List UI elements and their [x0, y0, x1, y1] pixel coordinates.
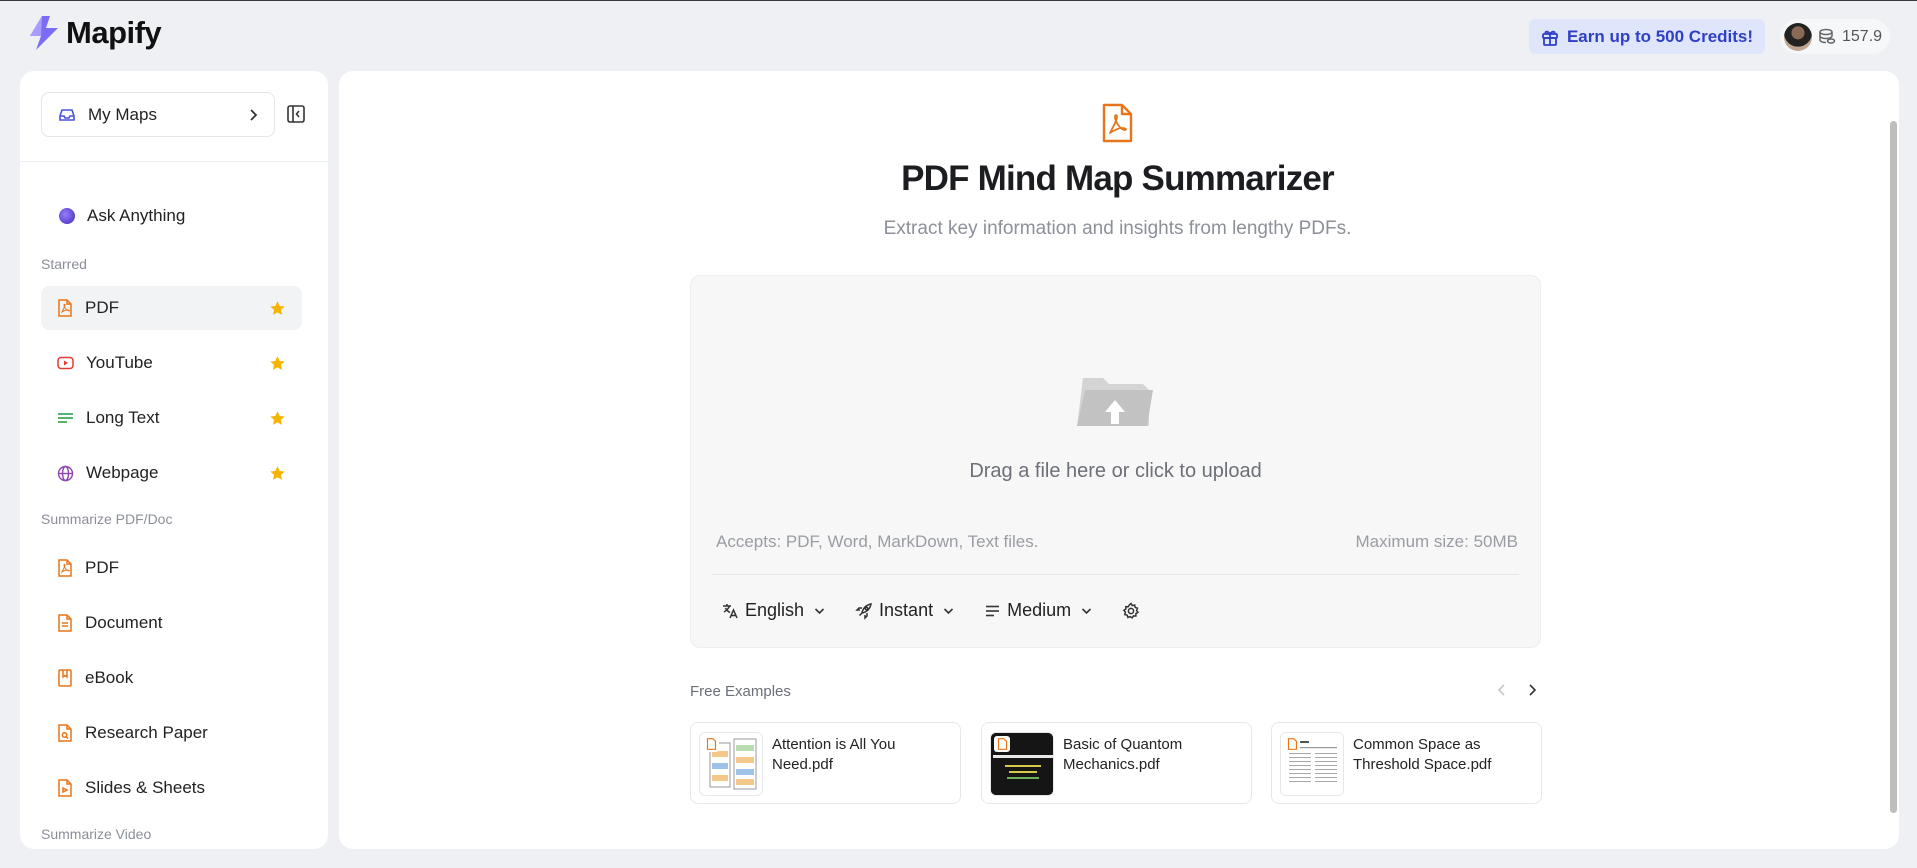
example-card-attention[interactable]: Attention is All You Need.pdf	[690, 722, 961, 804]
top-header: Mapify Earn up to 500 Credits! 157.9	[0, 1, 1917, 71]
summarize-video-section-title: Summarize Video	[41, 826, 152, 842]
upload-options-bar: English Instant Medium	[721, 600, 1140, 621]
example-name: Basic of Quantom Mechanics.pdf	[1063, 736, 1183, 773]
drag-upload-text: Drag a file here or click to upload	[969, 460, 1262, 482]
pdf-badge-icon	[703, 736, 719, 752]
sidebar-item-slides-sheets[interactable]: Slides & Sheets	[41, 766, 302, 810]
my-maps-button[interactable]: My Maps	[41, 92, 275, 137]
example-thumbnail	[699, 732, 763, 796]
rocket-icon	[855, 602, 873, 620]
document-icon	[58, 614, 72, 632]
example-card-quantum[interactable]: Basic of Quantom Mechanics.pdf	[981, 722, 1252, 804]
page-title: PDF Mind Map Summarizer	[901, 159, 1335, 198]
free-examples-title: Free Examples	[690, 683, 791, 700]
page-subtitle: Extract key information and insights fro…	[883, 218, 1352, 239]
example-thumbnail	[1280, 732, 1344, 796]
globe-icon	[57, 465, 74, 481]
language-dropdown[interactable]: English	[721, 600, 825, 621]
sidebar-item-ebook[interactable]: eBook	[41, 656, 302, 700]
mode-dropdown[interactable]: Instant	[855, 600, 954, 621]
pdf-icon	[58, 559, 72, 577]
sidebar-item-label: Long Text	[86, 408, 160, 427]
example-card-common-space[interactable]: Common Space as Threshold Space.pdf	[1271, 722, 1542, 804]
chevron-right-icon	[250, 108, 258, 121]
youtube-icon	[57, 356, 74, 370]
sidebar-item-label: PDF	[85, 298, 119, 317]
length-dropdown[interactable]: Medium	[984, 600, 1092, 621]
accepted-formats-text: Accepts: PDF, Word, MarkDown, Text files…	[716, 532, 1039, 551]
language-label: English	[745, 600, 805, 620]
chevron-down-icon	[1082, 607, 1092, 614]
examples-pager	[1496, 683, 1538, 697]
chevron-left-icon[interactable]	[1496, 683, 1508, 697]
sidebar: My Maps Ask Anything Starred PDF YouTube…	[20, 71, 328, 849]
sidebar-item-label: YouTube	[86, 353, 153, 372]
coins-icon	[1819, 28, 1836, 44]
sidebar-item-label: Research Paper	[85, 723, 208, 742]
sidebar-item-document[interactable]: Document	[41, 601, 302, 645]
earn-credits-button[interactable]: Earn up to 500 Credits!	[1529, 19, 1765, 54]
collapse-sidebar-icon[interactable]	[286, 104, 306, 124]
ask-anything-orb-icon	[59, 208, 75, 224]
text-lines-icon	[986, 605, 1000, 616]
lightning-logo-icon	[30, 16, 58, 50]
sidebar-item-pdf[interactable]: PDF	[41, 546, 302, 590]
sidebar-item-starred-long-text[interactable]: Long Text	[41, 396, 302, 440]
sidebar-item-label: Ask Anything	[87, 206, 186, 225]
upload-divider	[712, 574, 1519, 575]
my-maps-label: My Maps	[88, 104, 157, 124]
app-logo[interactable]: Mapify	[28, 15, 162, 51]
sidebar-item-label: Webpage	[86, 463, 159, 482]
sidebar-item-label: Slides & Sheets	[85, 778, 206, 797]
earn-credits-label: Earn up to 500 Credits!	[1566, 26, 1754, 46]
summarize-doc-section-title: Summarize PDF/Doc	[41, 511, 173, 527]
pdf-icon	[58, 299, 72, 317]
research-paper-icon	[58, 724, 72, 742]
sidebar-item-label: eBook	[85, 668, 134, 687]
pdf-icon	[1102, 103, 1133, 143]
sidebar-item-label: Document	[85, 613, 163, 632]
chevron-right-icon[interactable]	[1526, 683, 1538, 697]
sidebar-item-ask-anything[interactable]: Ask Anything	[41, 194, 302, 238]
app-name: Mapify	[66, 15, 162, 50]
star-icon[interactable]	[269, 465, 286, 482]
file-upload-dropzone[interactable]: Drag a file here or click to upload Acce…	[690, 275, 1541, 648]
avatar[interactable]	[1784, 22, 1812, 51]
chevron-down-icon	[814, 607, 825, 614]
main-panel: PDF Mind Map Summarizer Extract key info…	[339, 71, 1899, 849]
example-name: Attention is All You Need.pdf	[772, 736, 896, 773]
gift-icon	[1542, 30, 1558, 46]
ebook-icon	[58, 669, 72, 687]
star-icon[interactable]	[269, 300, 286, 317]
sidebar-item-starred-youtube[interactable]: YouTube	[41, 341, 302, 385]
chevron-down-icon	[944, 607, 954, 614]
example-name: Common Space as Threshold Space.pdf	[1353, 736, 1492, 773]
sidebar-item-research-paper[interactable]: Research Paper	[41, 711, 302, 755]
star-icon[interactable]	[269, 355, 286, 372]
settings-gear-icon[interactable]	[1122, 601, 1140, 620]
upload-folder-icon	[1077, 378, 1153, 426]
translate-icon	[723, 603, 738, 618]
slides-icon	[58, 779, 72, 797]
sidebar-item-label: PDF	[85, 558, 119, 577]
credit-balance: 157.9	[1842, 27, 1883, 45]
max-size-text: Maximum size: 50MB	[1355, 532, 1518, 551]
sidebar-divider	[20, 161, 328, 162]
example-thumbnail	[990, 732, 1054, 796]
long-text-icon	[58, 413, 73, 423]
maps-tray-icon	[59, 108, 75, 121]
sidebar-item-starred-webpage[interactable]: Webpage	[41, 451, 302, 495]
pdf-badge-icon	[1284, 736, 1300, 752]
star-icon[interactable]	[269, 410, 286, 427]
starred-section-title: Starred	[41, 256, 87, 272]
length-label: Medium	[1007, 600, 1072, 620]
mode-label: Instant	[879, 600, 934, 620]
sidebar-item-starred-pdf[interactable]: PDF	[41, 286, 302, 330]
user-account[interactable]: 157.9	[1780, 19, 1890, 54]
pdf-badge-icon	[994, 736, 1010, 752]
